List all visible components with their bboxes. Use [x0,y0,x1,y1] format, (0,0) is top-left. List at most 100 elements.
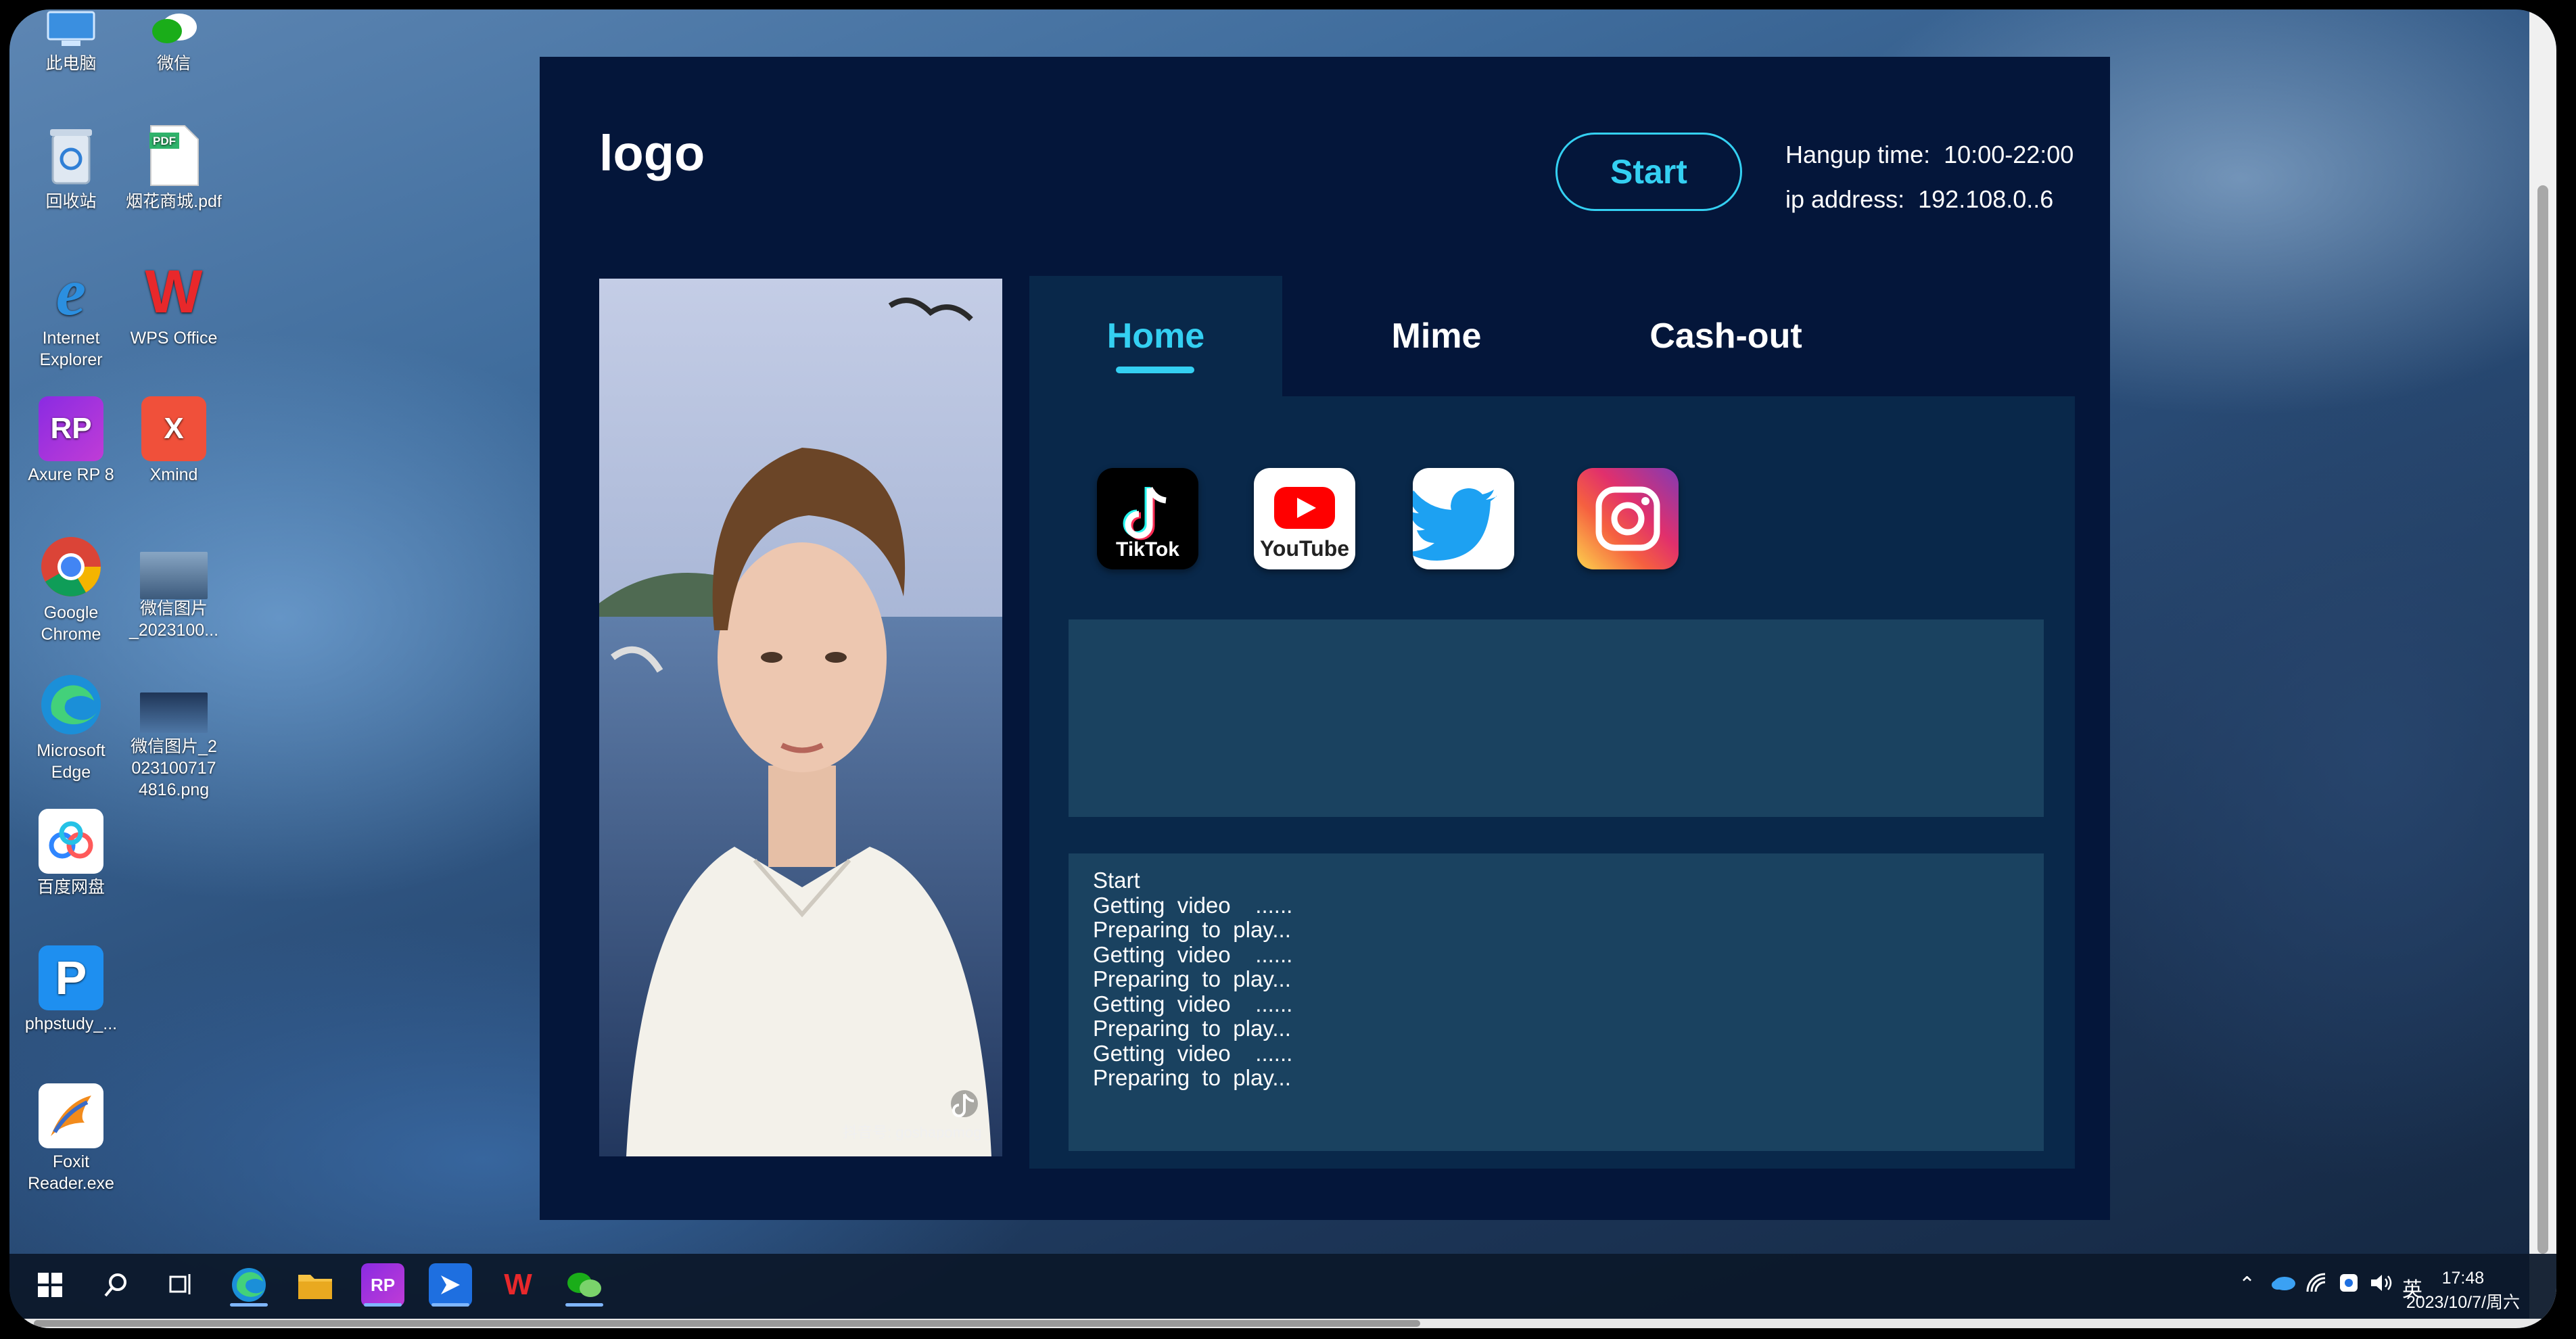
tab-mime-label: Mime [1391,316,1482,356]
desktop-icon-edge[interactable]: Microsoft Edge [20,672,122,783]
desktop-icon-baidu-netdisk[interactable]: 百度网盘 [20,809,122,898]
clock-time: 17:48 [2441,1269,2485,1288]
tiktok-button[interactable]: TikTok [1097,468,1198,569]
desktop-icon-xmind[interactable]: X Xmind [123,396,225,486]
video-watermark: 抖音号: goshapomog [843,1124,981,1141]
log-line: Getting video ...... [1093,991,1293,1016]
hangup-time: Hangup time: 10:00-22:00 [1785,141,2074,169]
ip-address: ip address: 192.108.0..6 [1785,185,2053,214]
log-line: Preparing to play... [1093,1016,1291,1041]
task-view-icon[interactable] [160,1263,203,1307]
edge-icon [39,672,103,737]
axure-icon: RP [39,396,103,461]
desktop-icon-internet-explorer[interactable]: e Internet Explorer [20,254,122,371]
tab-home-label: Home [1106,316,1205,356]
wechat-icon[interactable] [563,1263,606,1307]
ip-address-value: 192.108.0..6 [1918,185,2054,213]
volume-icon[interactable] [2370,1273,2394,1298]
feishu-icon[interactable] [429,1263,472,1307]
instagram-button[interactable] [1577,468,1679,569]
internet-explorer-icon: e [55,254,87,329]
taskbar: RP W ⌃ 英 17:48 2023/10/7/周六 [9,1254,2556,1319]
log-line: Getting video ...... [1093,892,1293,918]
desktop-icon-chrome[interactable]: Google Chrome [20,534,122,645]
svg-text:PDF: PDF [153,135,176,147]
desktop: 此电脑 微信 回收站 PDF 烟花商城.pdf e Internet Explo… [9,9,2556,1328]
youtube-button[interactable]: YouTube [1254,468,1355,569]
app-logo: logo [599,125,705,181]
foxit-reader-icon [39,1083,103,1148]
app-tray-icon[interactable] [2339,1273,2359,1298]
system-clock[interactable]: 17:48 2023/10/7/周六 [2406,1266,2520,1315]
clock-date: 2023/10/7/周六 [2406,1293,2520,1312]
desktop-icon-pdf[interactable]: PDF 烟花商城.pdf [123,123,225,212]
onedrive-icon[interactable] [2271,1273,2295,1296]
desktop-icon-foxit[interactable]: Foxit Reader.exe [20,1083,122,1194]
vertical-scrollbar-thumb[interactable] [2537,185,2548,1254]
video-preview[interactable]: 抖音号: goshapomog [599,279,1002,1156]
computer-icon [39,9,103,50]
phpstudy-icon: P [39,945,103,1010]
tab-home[interactable]: Home [1029,276,1282,396]
horizontal-scrollbar[interactable] [9,1319,2556,1328]
svg-text:YouTube: YouTube [1260,536,1349,561]
video-frame-image: 抖音号: goshapomog [599,279,1002,1156]
tab-bar: Home Mime Cash-out [1029,276,2075,396]
recycle-bin-icon [39,123,103,188]
start-icon[interactable] [28,1263,72,1307]
desktop-icon-axure[interactable]: RP Axure RP 8 [20,396,122,486]
desktop-icon-wps[interactable]: W WPS Office [123,260,225,349]
twitter-button[interactable] [1413,468,1514,569]
active-indicator [230,1303,268,1307]
desktop-icon-wechat[interactable]: 微信 [123,9,225,74]
log-line: Getting video ...... [1093,941,1293,967]
file-explorer-icon[interactable] [294,1263,337,1307]
desktop-icon-this-pc[interactable]: 此电脑 [20,9,122,74]
wechat-icon [141,9,206,50]
vertical-scrollbar[interactable] [2529,9,2556,1319]
twitter-icon [1413,488,1497,561]
content-panel: Home Mime Cash-out TikTok YouTube Start … [1029,276,2075,1169]
tiktok-watermark-icon [951,1090,978,1117]
app-window: logo Start Hangup time: 10:00-22:00 ip a… [540,57,2110,1220]
desktop-icon-phpstudy[interactable]: P phpstudy_... [20,945,122,1035]
chrome-icon [39,534,103,599]
pdf-file-icon: PDF [141,123,206,188]
start-button[interactable]: Start [1555,133,1742,211]
active-indicator [565,1303,603,1307]
log-line: Preparing to play... [1093,1065,1291,1090]
chevron-up-icon[interactable]: ⌃ [2239,1273,2255,1296]
search-icon[interactable] [95,1263,138,1307]
ip-address-label: ip address: [1785,185,1905,213]
wps-icon: W [145,258,203,326]
image-thumbnail-icon [140,552,208,599]
tab-active-indicator [1116,367,1194,373]
active-indicator [431,1303,469,1307]
xmind-icon: X [141,396,206,461]
instagram-icon [1595,486,1660,551]
axure-icon[interactable]: RP [361,1263,404,1307]
tab-cash-out[interactable]: Cash-out [1591,276,1861,396]
hangup-time-label: Hangup time: [1785,141,1931,168]
image-thumbnail-icon [140,692,208,733]
youtube-icon: YouTube [1260,487,1349,561]
tab-cash-out-label: Cash-out [1649,316,1802,356]
log-line: Start [1093,868,1140,893]
network-icon[interactable] [2306,1273,2328,1298]
wps-icon[interactable]: W [496,1263,540,1307]
log-line: Preparing to play... [1093,917,1291,942]
baidu-netdisk-icon [39,809,103,874]
info-box [1069,619,2044,817]
tiktok-icon: TikTok [1116,486,1179,561]
log-line: Getting video ...... [1093,1040,1293,1066]
active-indicator [364,1303,402,1307]
tab-mime[interactable]: Mime [1282,276,1591,396]
log-line: Preparing to play... [1093,966,1291,991]
horizontal-scrollbar-thumb[interactable] [34,1320,1420,1327]
edge-icon[interactable] [227,1263,271,1307]
desktop-icon-wechat-image-2[interactable]: 微信图片_20231007174816.png [123,672,225,801]
desktop-icon-wechat-image-1[interactable]: 微信图片_2023100... [123,534,225,641]
hangup-time-value: 10:00-22:00 [1944,141,2074,168]
log-panel: Start Getting video ...... Preparing to … [1069,853,2044,1151]
desktop-icon-recycle-bin[interactable]: 回收站 [20,123,122,212]
